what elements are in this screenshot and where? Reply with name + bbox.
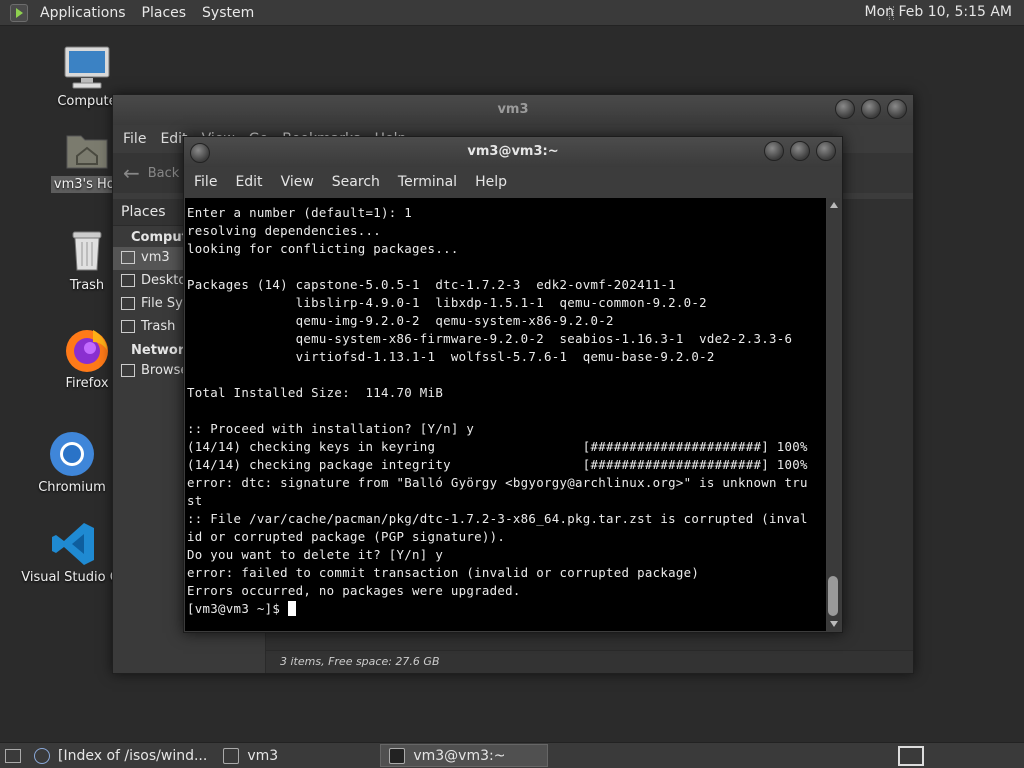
terminal-line: Packages (14) capstone-5.0.5-1 dtc-1.7.2… (187, 277, 676, 292)
folder-icon (223, 747, 240, 764)
show-desktop-icon[interactable] (5, 748, 21, 763)
terminal-line: qemu-img-9.2.0-2 qemu-system-x86-9.2.0-2 (187, 313, 614, 328)
trash-icon (63, 228, 111, 276)
terminal-titlebar[interactable]: vm3@vm3:~ (184, 137, 842, 167)
terminal-prompt: [vm3@vm3 ~]$ (187, 601, 288, 616)
terminal-line: (14/14) checking package integrity [####… (187, 457, 808, 472)
terminal-line: Total Installed Size: 114.70 MiB (187, 385, 444, 400)
terminal-line: error: dtc: signature from "Balló György… (187, 475, 808, 490)
clock[interactable]: Mon Feb 10, 5:15 AM (865, 4, 1012, 20)
maximize-button[interactable] (790, 141, 810, 161)
browser-icon (34, 747, 50, 764)
chromium-icon (48, 430, 96, 478)
terminal-icon (389, 747, 406, 764)
terminal-line: Errors occurred, no packages were upgrad… (187, 583, 521, 598)
firefox-icon (63, 326, 111, 374)
menu-edit[interactable]: Edit (235, 174, 262, 190)
taskbar: [Index of /isos/wind... vm3 vm3@vm3:~ (0, 742, 1024, 768)
terminal-window[interactable]: vm3@vm3:~ File Edit View Search Terminal… (183, 136, 843, 633)
terminal-line: resolving dependencies... (187, 223, 381, 238)
back-button[interactable]: Back (148, 166, 180, 181)
home-icon (121, 251, 135, 264)
taskbar-item-terminal[interactable]: vm3@vm3:~ (380, 744, 549, 767)
menu-applications[interactable]: Applications (32, 5, 134, 21)
menu-system[interactable]: System (194, 5, 262, 21)
workspace-switcher[interactable] (898, 746, 924, 766)
vscode-icon (50, 520, 98, 568)
window-title: vm3 (497, 102, 529, 117)
menu-places[interactable]: Places (134, 5, 195, 21)
maximize-button[interactable] (861, 99, 881, 119)
terminal-text: Enter a number (default=1): 1 resolving … (185, 198, 826, 618)
terminal-line: :: File /var/cache/pacman/pkg/dtc-1.7.2-… (187, 511, 808, 526)
terminal-line: (14/14) checking keys in keyring [######… (187, 439, 808, 454)
terminal-line: :: Proceed with installation? [Y/n] y (187, 421, 475, 436)
close-button[interactable] (816, 141, 836, 161)
app-menu-logo-icon[interactable] (10, 3, 28, 22)
desktop-icon-label: Compute (57, 94, 117, 109)
desktop-icon-chromium[interactable]: Chromium (17, 430, 127, 495)
menu-file[interactable]: File (123, 131, 146, 147)
menu-help[interactable]: Help (475, 174, 507, 190)
terminal-line: Do you want to delete it? [Y/n] y (187, 547, 444, 562)
minimize-button[interactable] (764, 141, 784, 161)
menu-terminal[interactable]: Terminal (398, 174, 457, 190)
home-folder-icon (63, 126, 111, 174)
trash-icon (121, 320, 135, 333)
terminal-menubar: File Edit View Search Terminal Help (184, 167, 842, 197)
network-icon (121, 364, 135, 377)
desktop-icon (121, 274, 135, 287)
terminal-output[interactable]: Enter a number (default=1): 1 resolving … (185, 198, 826, 631)
scroll-down-icon[interactable] (830, 621, 838, 627)
minimize-button[interactable] (835, 99, 855, 119)
terminal-line: error: failed to commit transaction (inv… (187, 565, 700, 580)
top-panel: Applications Places System Mon Feb 10, 5… (0, 0, 1024, 26)
terminal-line: Enter a number (default=1): 1 (187, 205, 413, 220)
menu-search[interactable]: Search (332, 174, 380, 190)
menu-view[interactable]: View (281, 174, 314, 190)
taskbar-item-browser[interactable]: [Index of /isos/wind... (26, 744, 215, 767)
desktop-icon-label: Trash (69, 278, 105, 293)
desktop-icon-label: Firefox (65, 376, 109, 391)
taskbar-item-file-manager[interactable]: vm3 (215, 744, 380, 767)
status-bar: 3 items, Free space: 27.6 GB (266, 650, 913, 673)
terminal-line: id or corrupted package (PGP signature))… (187, 529, 506, 544)
scrollbar-thumb[interactable] (828, 576, 838, 616)
back-arrow-icon[interactable]: ← (123, 161, 140, 185)
terminal-line: virtiofsd-1.13.1-1 wolfssl-5.7.6-1 qemu-… (187, 349, 715, 364)
terminal-line: libslirp-4.9.0-1 libxdp-1.5.1-1 qemu-com… (187, 295, 707, 310)
terminal-line: st (187, 493, 203, 508)
computer-icon (63, 44, 111, 92)
drive-icon (121, 297, 135, 310)
window-title: vm3@vm3:~ (467, 144, 559, 159)
text-cursor (287, 601, 296, 616)
desktop-icon-label: Chromium (38, 480, 106, 495)
scroll-up-icon[interactable] (830, 202, 838, 208)
terminal-scrollbar[interactable] (827, 198, 840, 631)
menu-file[interactable]: File (194, 174, 217, 190)
terminal-line: looking for conflicting packages... (187, 241, 459, 256)
close-button[interactable] (887, 99, 907, 119)
terminal-line: qemu-system-x86-firmware-9.2.0-2 seabios… (187, 331, 793, 346)
file-manager-titlebar[interactable]: vm3 (113, 95, 913, 125)
desktop-icon-label: Visual Studio Co (21, 570, 127, 585)
